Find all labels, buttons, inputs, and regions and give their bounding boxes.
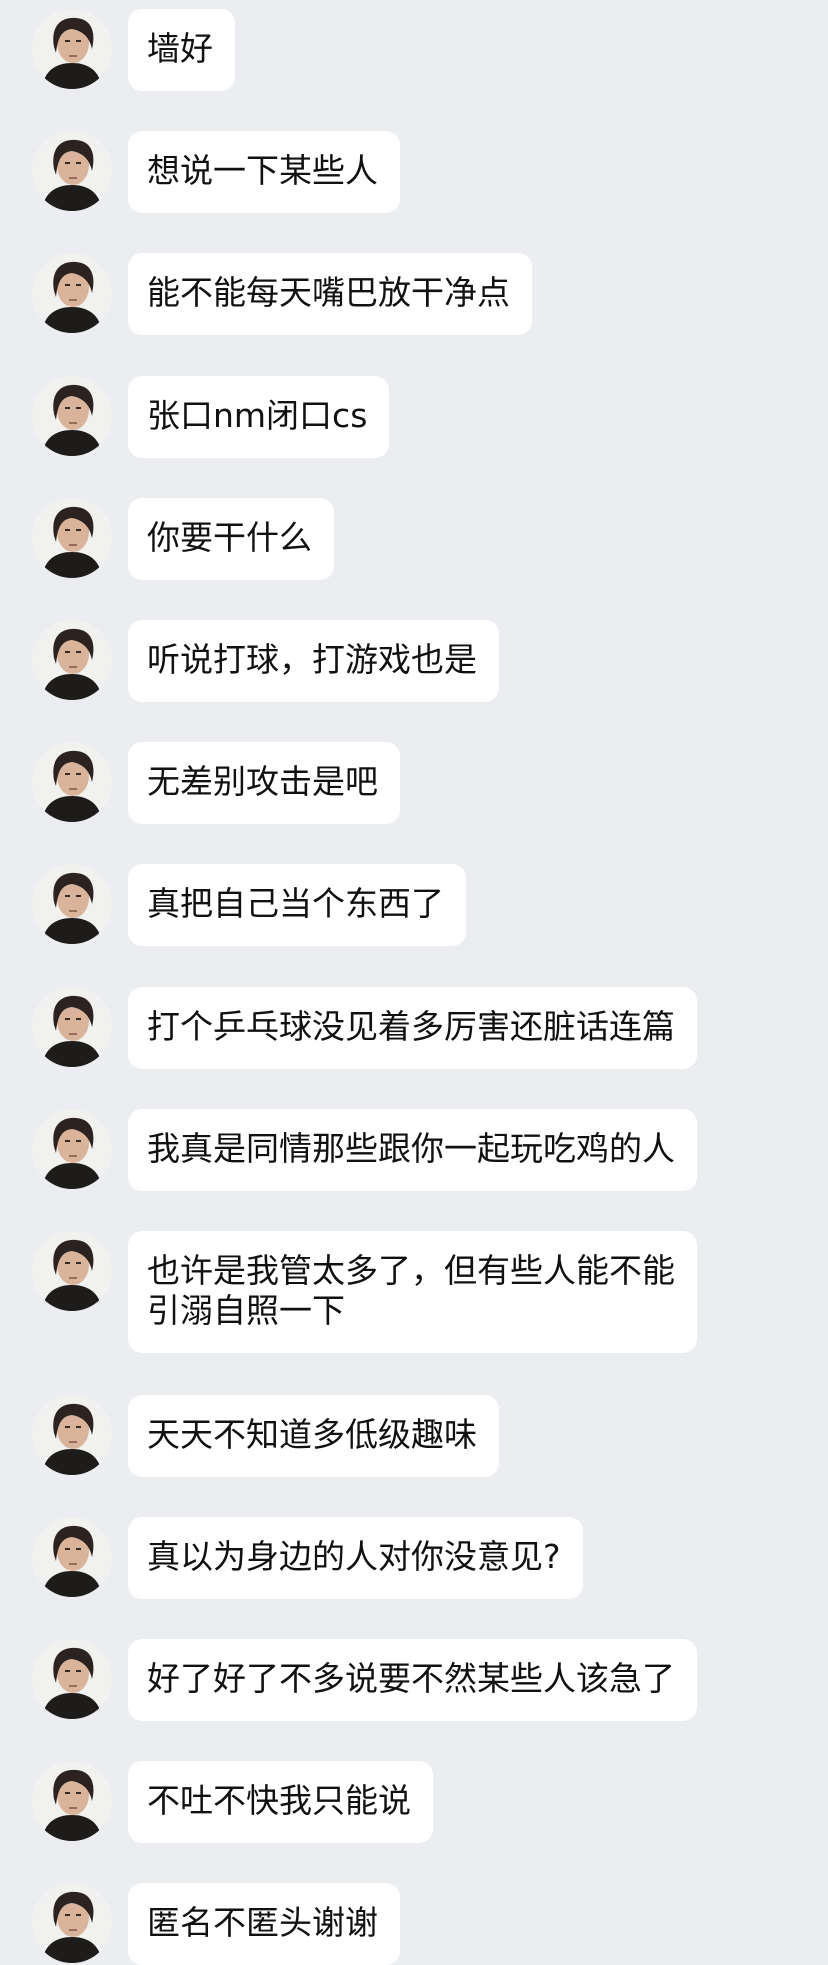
avatar-icon[interactable] bbox=[32, 1395, 112, 1475]
avatar-icon[interactable] bbox=[32, 1231, 112, 1311]
avatar-icon[interactable] bbox=[32, 742, 112, 822]
message-bubble[interactable]: 也许是我管太多了，但有些人能不能 引溺自照一下 bbox=[128, 1231, 697, 1353]
avatar-icon[interactable] bbox=[32, 1761, 112, 1841]
message-bubble[interactable]: 听说打球，打游戏也是 bbox=[128, 620, 499, 702]
message-bubble[interactable]: 张口nm闭口cs bbox=[128, 376, 390, 458]
message-bubble[interactable]: 我真是同情那些跟你一起玩吃鸡的人 bbox=[128, 1109, 697, 1191]
message-bubble[interactable]: 无差别攻击是吧 bbox=[128, 742, 400, 824]
chat-thread: 墙好 想说一下某些人 能不能每天嘴巴放干净点 张口nm闭口cs 你要干什么 听说… bbox=[0, 0, 828, 1965]
avatar-icon[interactable] bbox=[32, 987, 112, 1067]
message-bubble[interactable]: 天天不知道多低级趣味 bbox=[128, 1395, 499, 1477]
avatar-icon[interactable] bbox=[32, 1517, 112, 1597]
message-bubble[interactable]: 匿名不匿头谢谢 bbox=[128, 1883, 400, 1965]
avatar-icon[interactable] bbox=[32, 253, 112, 333]
message-bubble[interactable]: 好了好了不多说要不然某些人该急了 bbox=[128, 1639, 697, 1721]
message-bubble[interactable]: 墙好 bbox=[128, 9, 235, 91]
message-bubble[interactable]: 真把自己当个东西了 bbox=[128, 864, 466, 946]
message-bubble[interactable]: 真以为身边的人对你没意见? bbox=[128, 1517, 583, 1599]
avatar-icon[interactable] bbox=[32, 1109, 112, 1189]
avatar-icon[interactable] bbox=[32, 864, 112, 944]
avatar-icon[interactable] bbox=[32, 131, 112, 211]
message-bubble[interactable]: 你要干什么 bbox=[128, 498, 334, 580]
avatar-icon[interactable] bbox=[32, 376, 112, 456]
message-bubble[interactable]: 打个乒乓球没见着多厉害还脏话连篇 bbox=[128, 987, 697, 1069]
avatar-icon[interactable] bbox=[32, 620, 112, 700]
avatar-icon[interactable] bbox=[32, 1639, 112, 1719]
avatar-icon[interactable] bbox=[32, 1883, 112, 1963]
avatar-icon[interactable] bbox=[32, 9, 112, 89]
message-bubble[interactable]: 不吐不快我只能说 bbox=[128, 1761, 433, 1843]
message-bubble[interactable]: 能不能每天嘴巴放干净点 bbox=[128, 253, 532, 335]
message-bubble[interactable]: 想说一下某些人 bbox=[128, 131, 400, 213]
avatar-icon[interactable] bbox=[32, 498, 112, 578]
